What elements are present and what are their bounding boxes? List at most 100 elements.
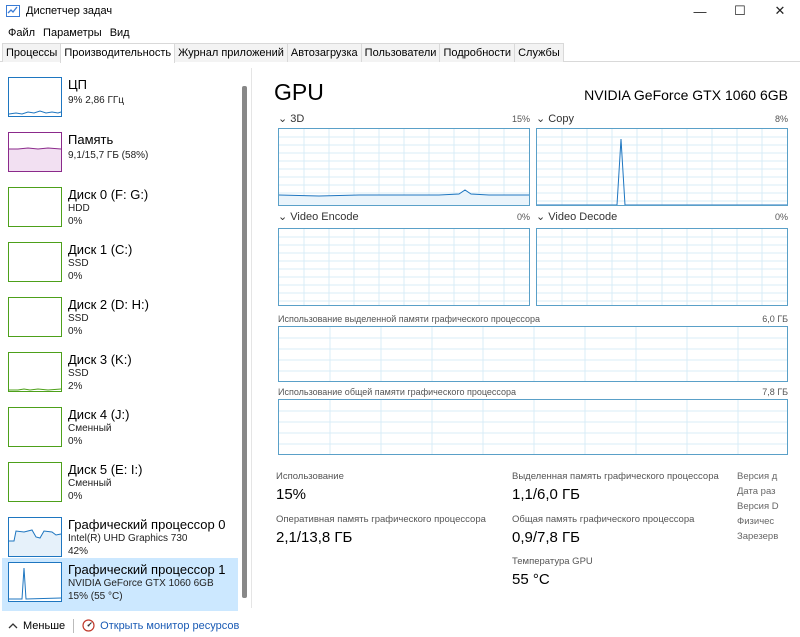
page-title: GPU [274, 79, 324, 105]
disk-thumbnail-graph [8, 187, 62, 227]
sidebar-item-type: HDD [68, 203, 90, 214]
dedicated-memory-label: Использование выделенной памяти графичес… [278, 314, 540, 324]
gpu-ram-label: Оперативная память графического процессо… [276, 514, 486, 525]
menu-file[interactable]: Файл [4, 24, 39, 42]
tab-startup[interactable]: Автозагрузка [286, 43, 362, 62]
sidebar-item-disk-5[interactable]: Диск 5 (E: I:) Сменный 0% [2, 458, 238, 511]
sidebar-item-disk-1[interactable]: Диск 1 (C:) SSD 0% [2, 238, 238, 291]
gpu0-thumbnail-graph [8, 517, 62, 557]
sidebar-item-detail: 9,1/15,7 ГБ (58%) [68, 150, 149, 161]
engine-video-encode-graph-plot [279, 229, 529, 305]
tab-details[interactable]: Подробности [439, 43, 516, 62]
engine-video-decode-graph-plot [537, 229, 787, 305]
sidebar-item-usage: 42% [68, 546, 89, 557]
dedicated-memory-stat-value: 1,1/6,0 ГБ [512, 486, 581, 503]
open-resource-monitor-label: Открыть монитор ресурсов [100, 619, 240, 632]
usage-value: 15% [276, 486, 307, 503]
sidebar-item-model: Intel(R) UHD Graphics 730 [68, 533, 188, 544]
dedicated-memory-graph [278, 326, 788, 382]
sidebar-item-title: Диск 2 (D: H:) [68, 297, 149, 312]
sidebar-item-disk-0[interactable]: Диск 0 (F: G:) HDD 0% [2, 183, 238, 236]
sidebar-item-title: Диск 4 (J:) [68, 407, 130, 422]
menu-bar: Файл Параметры Вид [0, 24, 134, 42]
window-title: Диспетчер задач [26, 5, 113, 17]
sidebar-item-model: NVIDIA GeForce GTX 1060 6GB [68, 578, 214, 589]
memory-thumbnail-graph [8, 132, 62, 172]
engine-video-decode-percent: 0% [774, 212, 788, 222]
sidebar-item-memory[interactable]: Память 9,1/15,7 ГБ (58%) [2, 128, 238, 181]
shared-memory-label: Использование общей памяти графического … [278, 387, 517, 397]
engine-video-decode-label: Video Decode [548, 211, 618, 223]
sidebar-item-type: Сменный [68, 478, 112, 489]
shared-memory-stat-value: 0,9/7,8 ГБ [512, 529, 581, 546]
driver-date-label: Дата раз [737, 486, 776, 497]
sidebar-item-usage: 0% [68, 271, 83, 282]
driver-version-label: Версия д [737, 471, 778, 482]
close-button[interactable]: ✕ [760, 0, 800, 22]
sidebar-item-usage: 2% [68, 381, 83, 392]
tab-performance[interactable]: Производительность [60, 43, 176, 63]
sidebar-item-title: Графический процессор 0 [68, 517, 226, 532]
sidebar-item-disk-4[interactable]: Диск 4 (J:) Сменный 0% [2, 403, 238, 456]
engine-video-decode-graph [536, 228, 788, 306]
engine-3d-percent: 15% [511, 114, 530, 124]
physical-location-label: Физичес [737, 516, 775, 527]
sidebar-item-type: SSD [68, 258, 89, 269]
footer-bar: Меньше Открыть монитор ресурсов [0, 614, 800, 637]
sidebar-item-title: Диск 0 (F: G:) [68, 187, 149, 202]
chevron-up-icon [8, 622, 18, 628]
window-controls: — ☐ ✕ [680, 0, 800, 22]
fewer-details-button[interactable]: Меньше [8, 620, 65, 632]
sidebar-item-title: ЦП [68, 77, 87, 92]
task-manager-app-icon [6, 5, 20, 17]
sidebar-item-disk-2[interactable]: Диск 2 (D: H:) SSD 0% [2, 293, 238, 346]
engine-copy-selector[interactable]: ⌄ Copy [536, 113, 574, 126]
footer-divider [73, 618, 75, 633]
sidebar-item-usage: 0% [68, 491, 83, 502]
menu-view[interactable]: Вид [106, 24, 134, 42]
reserved-memory-label: Зарезерв [737, 531, 779, 542]
gpu-temperature-label: Температура GPU [512, 556, 593, 567]
sidebar-item-disk-3[interactable]: Диск 3 (K:) SSD 2% [2, 348, 238, 401]
sidebar-item-detail: 9% 2,86 ГГц [68, 95, 125, 106]
resource-monitor-icon [82, 619, 95, 632]
tab-app-history[interactable]: Журнал приложений [174, 43, 288, 62]
engine-video-encode-selector[interactable]: ⌄ Video Encode [278, 211, 359, 224]
engine-video-decode-selector[interactable]: ⌄ Video Decode [536, 211, 617, 224]
performance-sidebar: ЦП 9% 2,86 ГГц Память 9,1/15,7 ГБ (58%) … [0, 68, 252, 611]
sidebar-scrollbar[interactable] [242, 86, 247, 598]
maximize-button[interactable]: ☐ [720, 0, 760, 22]
sidebar-item-usage: 0% [68, 216, 83, 227]
menu-options[interactable]: Параметры [39, 24, 106, 42]
open-resource-monitor-link[interactable]: Открыть монитор ресурсов [82, 619, 239, 632]
sidebar-item-title: Диск 5 (E: I:) [68, 462, 143, 477]
engine-video-encode-graph [278, 228, 530, 306]
gpu1-thumbnail-graph [8, 562, 62, 602]
gpu-temperature-value: 55 °C [512, 571, 550, 588]
tab-users[interactable]: Пользователи [360, 43, 441, 62]
shared-memory-stat-label: Общая память графического процессора [512, 514, 695, 525]
sidebar-item-title: Диск 3 (K:) [68, 352, 132, 367]
sidebar-item-gpu-1[interactable]: Графический процессор 1 NVIDIA GeForce G… [2, 558, 238, 611]
sidebar-item-type: SSD [68, 313, 89, 324]
sidebar-item-type: SSD [68, 368, 89, 379]
dedicated-memory-stat-label: Выделенная память графического процессор… [512, 471, 719, 482]
minimize-button[interactable]: — [680, 0, 720, 22]
tab-processes[interactable]: Процессы [2, 43, 62, 62]
tab-strip: Процессы Производительность Журнал прило… [0, 43, 800, 63]
engine-copy-graph-plot [537, 129, 787, 205]
engine-copy-label: Copy [548, 113, 574, 125]
tab-services[interactable]: Службы [514, 43, 564, 62]
sidebar-item-usage: 0% [68, 326, 83, 337]
sidebar-item-title: Память [68, 132, 114, 147]
engine-3d-selector[interactable]: ⌄ 3D [278, 113, 304, 126]
shared-memory-max: 7,8 ГБ [762, 387, 788, 397]
sidebar-item-usage: 0% [68, 436, 83, 447]
engine-3d-graph [278, 128, 530, 206]
sidebar-item-cpu[interactable]: ЦП 9% 2,86 ГГц [2, 73, 238, 126]
gpu-ram-value: 2,1/13,8 ГБ [276, 529, 353, 546]
cpu-thumbnail-graph [8, 77, 62, 117]
usage-label: Использование [276, 471, 344, 482]
gpu-detail-panel: GPU NVIDIA GeForce GTX 1060 6GB ⌄ 3D 15%… [260, 68, 800, 608]
dedicated-memory-max: 6,0 ГБ [762, 314, 788, 324]
